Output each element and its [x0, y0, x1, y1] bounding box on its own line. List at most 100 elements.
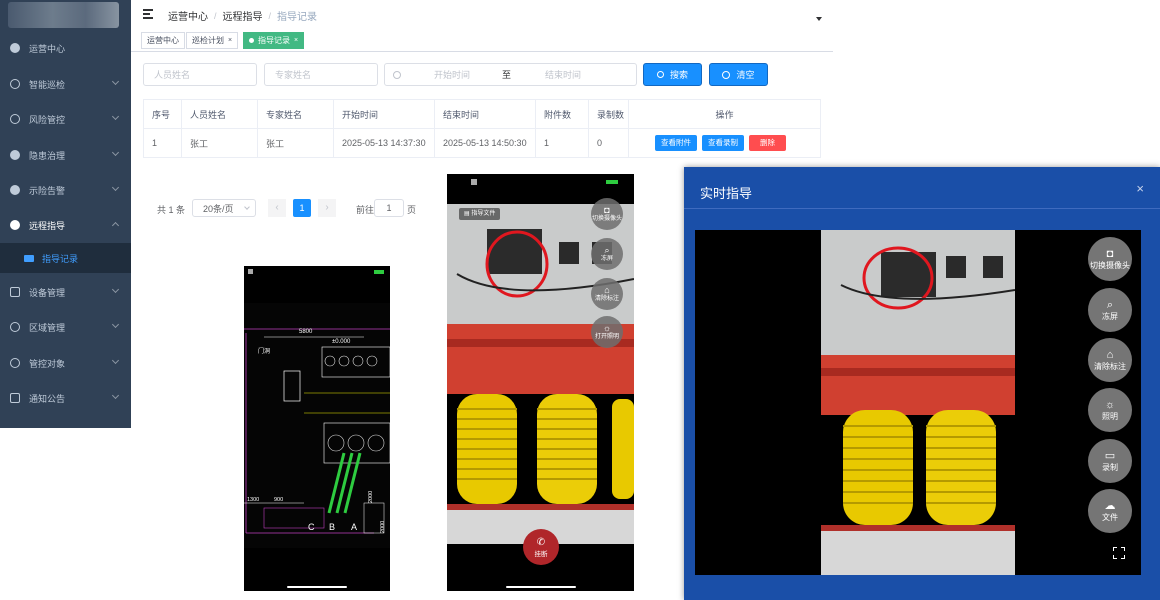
tab-guidance-record[interactable]: 指导记录 ×: [243, 32, 305, 49]
button-label: 文件: [1102, 512, 1118, 522]
phase-label: C: [308, 522, 315, 532]
realtime-guidance-dialog: 实时指导 × ◘ 切换摄像头 ⌕ 冻屏 ⌂ 清除标注 ☼ 照明 ▭ 录制 ☁ 文件: [684, 167, 1160, 600]
tab-patrol-plan[interactable]: 巡检计划 ×: [186, 32, 239, 49]
button-label: 冻屏: [600, 255, 613, 262]
expert-name-input[interactable]: 专家姓名: [264, 63, 378, 86]
record-button[interactable]: ▭ 录制: [1088, 439, 1132, 483]
tab-operations[interactable]: 运营中心: [141, 32, 185, 49]
page-size-select[interactable]: 20条/页: [192, 199, 256, 217]
sidebar-item-hazard[interactable]: 隐患治理: [0, 138, 131, 172]
delete-button[interactable]: 删除: [749, 135, 786, 151]
hamburger-icon[interactable]: [143, 9, 153, 19]
close-icon[interactable]: ×: [1136, 181, 1144, 196]
file-button[interactable]: ☁ 文件: [1088, 489, 1132, 533]
tab-label: 指导记录: [258, 36, 290, 45]
risk-icon: [10, 114, 20, 124]
close-icon[interactable]: ×: [228, 37, 232, 44]
view-attachments-button[interactable]: 查看附件: [655, 135, 697, 151]
search-button[interactable]: 搜索: [643, 63, 702, 86]
sidebar-item-risk[interactable]: 风险管控: [0, 102, 131, 136]
breadcrumb: 运营中心 / 远程指导 / 指导记录: [168, 8, 317, 24]
app-logo: [8, 2, 119, 28]
sidebar-item-patrol[interactable]: 智能巡检: [0, 67, 131, 101]
phase-label: A: [351, 522, 357, 532]
column-header: 附件数: [535, 99, 589, 129]
sidebar-item-remote-guidance[interactable]: 远程指导: [0, 208, 131, 242]
user-icon: [10, 220, 20, 230]
chevron-down-icon: [244, 204, 250, 210]
button-label: 切换摄像头: [1090, 260, 1130, 270]
sidebar-item-operations[interactable]: 运营中心: [0, 31, 131, 65]
chevron-down-icon: [111, 112, 120, 121]
hangup-button[interactable]: ✆ 挂断: [523, 529, 559, 565]
placeholder-text: 专家姓名: [275, 70, 312, 80]
freeze-screen-button[interactable]: ⌕ 冻屏: [591, 238, 623, 270]
clear-annotation-button[interactable]: ⌂ 清除标注: [591, 278, 623, 310]
camera-phone-screenshot: ▤ 指导文件 ◘ 切换摄像头 ⌕ 冻屏 ⌂ 清除标注 ☼ 打开照明 ✆ 挂断: [447, 174, 634, 591]
sidebar-item-notices[interactable]: 通知公告: [0, 381, 131, 415]
battery-icon: [374, 270, 384, 274]
hazard-icon: [10, 150, 20, 160]
sidebar-item-label: 智能巡检: [29, 79, 66, 90]
sidebar-item-label: 设备管理: [29, 287, 66, 298]
guidance-file-button[interactable]: ▤ 指导文件: [459, 208, 501, 220]
phase-label: B: [329, 522, 335, 532]
door-label: 门洞: [258, 347, 270, 355]
sidebar-item-targets[interactable]: 管控对象: [0, 346, 131, 380]
device-icon: [10, 287, 20, 297]
next-page-button[interactable]: ›: [318, 199, 336, 217]
light-button[interactable]: ☼ 照明: [1088, 388, 1132, 432]
column-header: 结束时间: [434, 99, 536, 129]
battery-icon: [606, 180, 618, 184]
switch-camera-button[interactable]: ◘ 切换摄像头: [591, 198, 623, 230]
fullscreen-icon[interactable]: [1113, 547, 1125, 559]
caret-down-icon[interactable]: [816, 17, 822, 21]
cell-start-time: 2025-05-13 14:37:30: [333, 128, 435, 158]
date-range-picker[interactable]: 开始时间 至 结束时间: [384, 63, 637, 86]
chevron-down-icon: [111, 285, 120, 294]
sidebar-item-alarm[interactable]: 示险告警: [0, 173, 131, 207]
sidebar-item-devices[interactable]: 设备管理: [0, 275, 131, 309]
column-header: 开始时间: [333, 99, 435, 129]
breadcrumb-item[interactable]: 运营中心: [168, 8, 208, 23]
target-icon: [10, 358, 20, 368]
clear-annotation-button[interactable]: ⌂ 清除标注: [1088, 338, 1132, 382]
close-icon[interactable]: ×: [294, 37, 298, 44]
prev-page-button[interactable]: ‹: [268, 199, 286, 217]
view-recordings-button[interactable]: 查看录制: [702, 135, 744, 151]
light-button[interactable]: ☼ 打开照明: [591, 316, 623, 348]
dimension-label: 900: [274, 497, 283, 503]
record-icon: [24, 254, 34, 262]
clear-icon: [722, 70, 731, 79]
freeze-screen-button[interactable]: ⌕ 冻屏: [1088, 288, 1132, 332]
button-label: 照明: [1102, 411, 1118, 421]
page-number-button[interactable]: 1: [293, 199, 311, 217]
goto-page-input[interactable]: 1: [374, 199, 404, 217]
column-header: 操作: [628, 99, 821, 129]
records-table: 序号 人员姓名 专家姓名 开始时间 结束时间 附件数 录制数 操作 1 张工 张…: [143, 99, 821, 158]
cloud-file-icon: ☁: [1104, 499, 1116, 512]
column-header: 录制数: [588, 99, 629, 129]
cell-expert: 张工: [257, 128, 334, 158]
chevron-down-icon: [111, 391, 120, 400]
cell-recordings: 0: [588, 128, 629, 158]
eraser-icon: ⌂: [604, 284, 610, 295]
breadcrumb-item[interactable]: 远程指导: [223, 8, 263, 23]
sidebar-item-guidance-record[interactable]: 指导记录: [0, 243, 131, 273]
phone-icon: ✆: [536, 536, 546, 548]
sidebar-item-areas[interactable]: 区域管理: [0, 310, 131, 344]
sidebar-item-label: 区域管理: [29, 322, 66, 333]
eraser-icon: ⌂: [1106, 348, 1114, 361]
home-indicator: [505, 586, 576, 588]
person-name-input[interactable]: 人员姓名: [143, 63, 257, 86]
end-time-placeholder: 结束时间: [545, 70, 582, 80]
column-header: 专家姓名: [257, 99, 334, 129]
live-video-feed: [821, 230, 1015, 575]
home-indicator: [287, 586, 347, 588]
chevron-down-icon: [111, 320, 120, 329]
switch-camera-button[interactable]: ◘ 切换摄像头: [1088, 237, 1132, 281]
notice-icon: [10, 393, 20, 403]
active-dot-icon: [249, 38, 254, 43]
chevron-down-icon: [111, 148, 120, 157]
clear-button[interactable]: 清空: [709, 63, 768, 86]
